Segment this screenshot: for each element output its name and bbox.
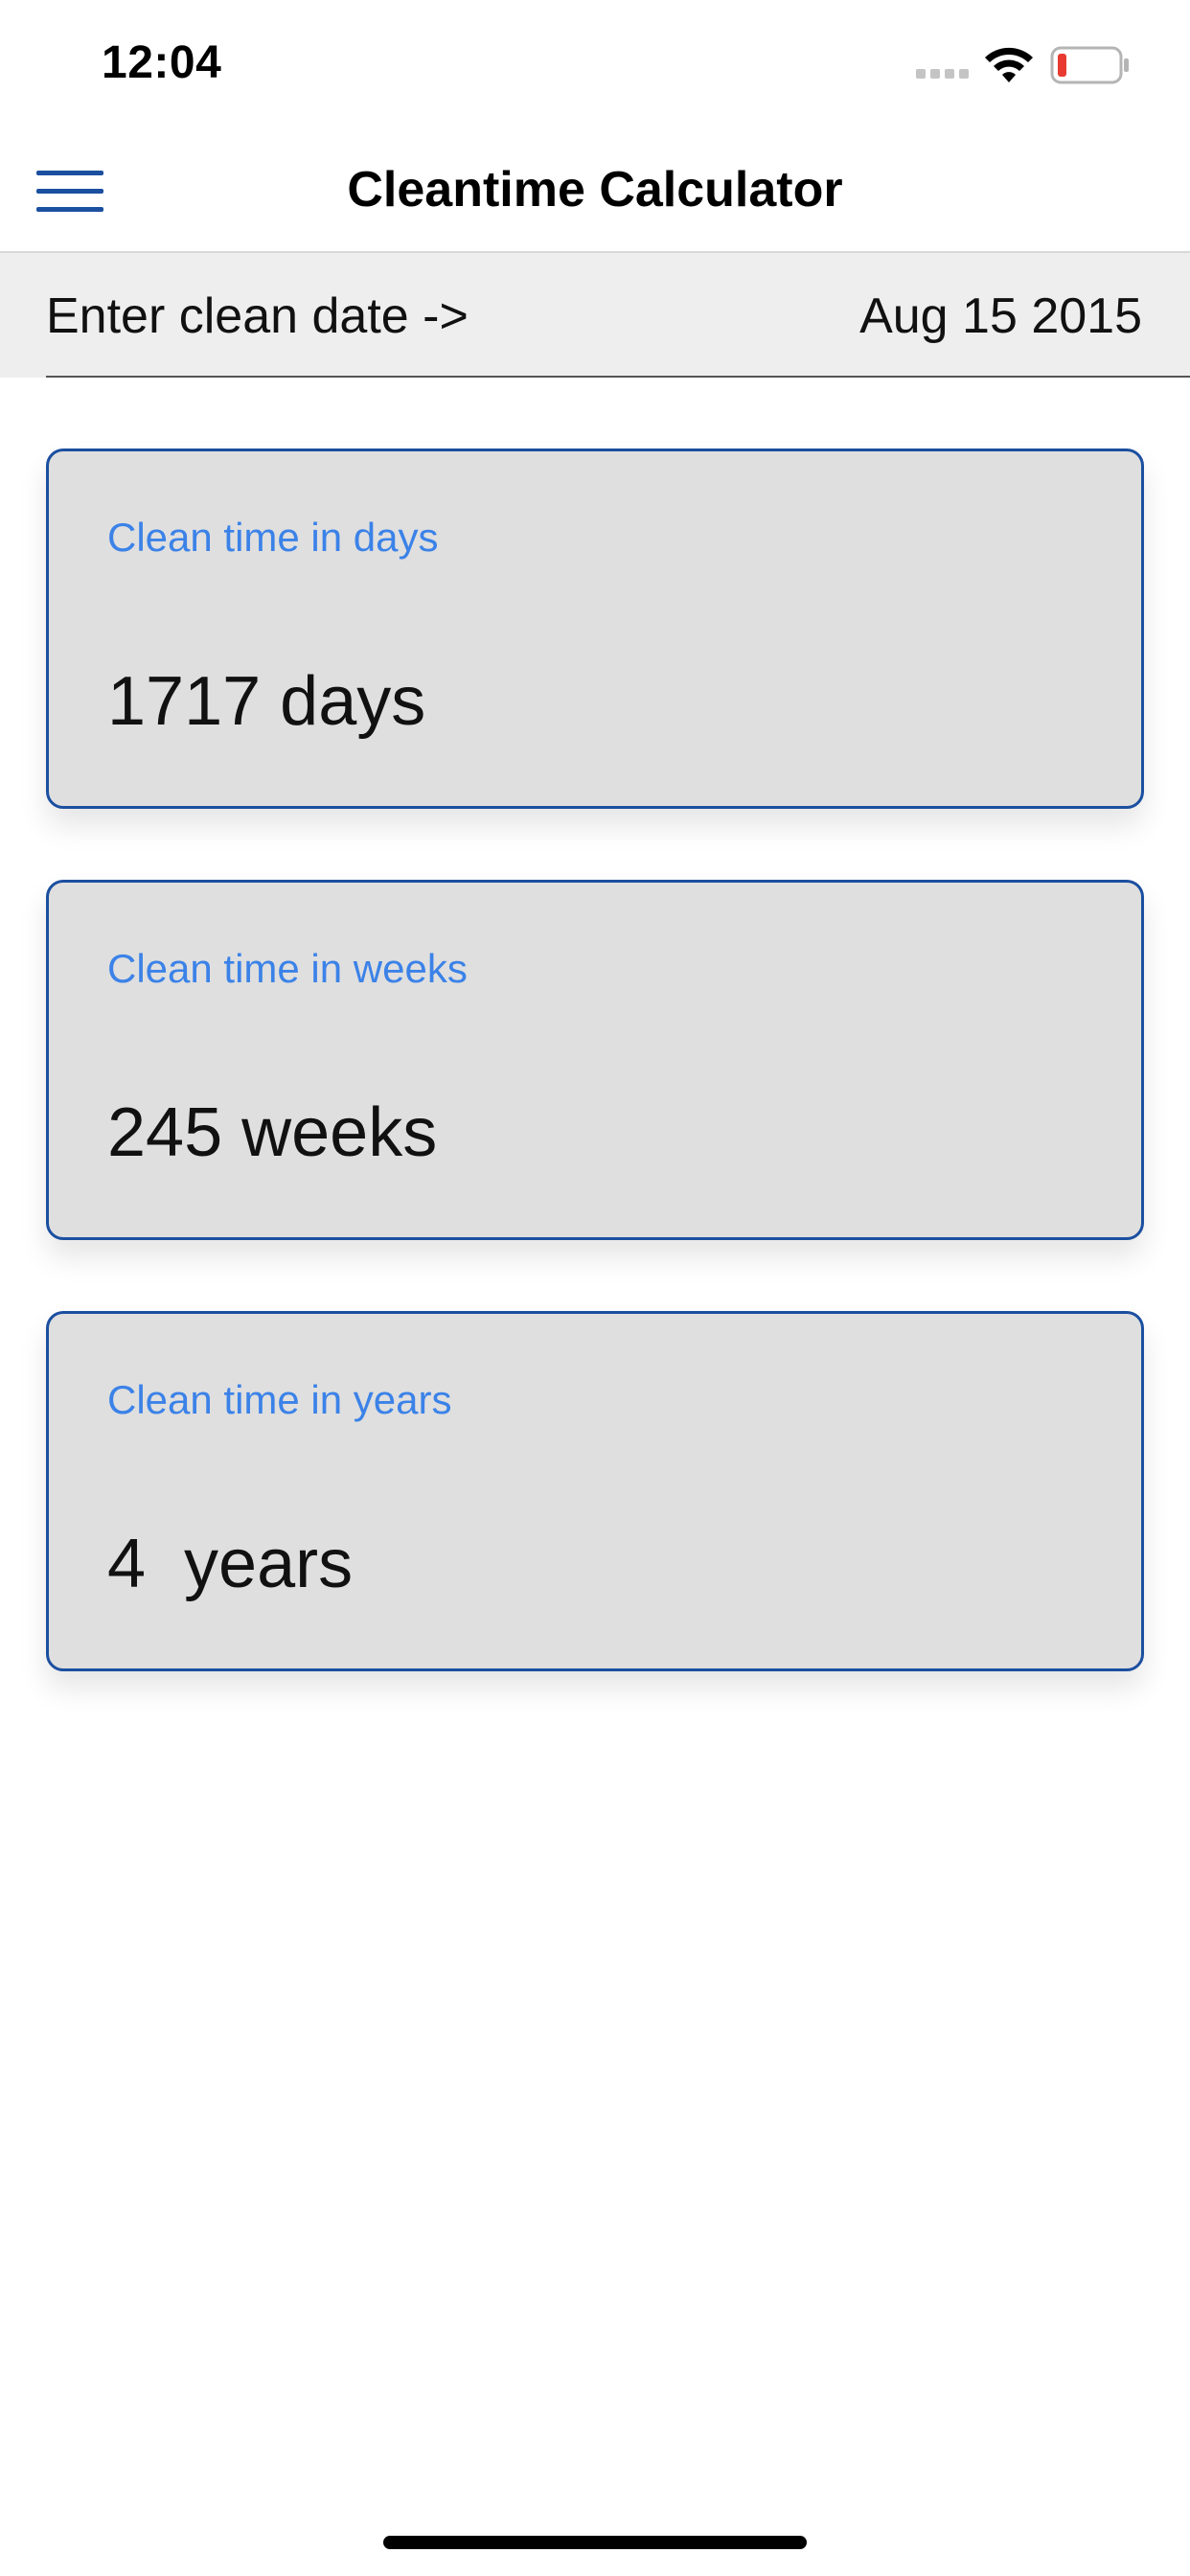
home-indicator[interactable]	[383, 2536, 807, 2549]
divider	[46, 376, 1190, 378]
clean-date-label: Enter clean date ->	[46, 288, 469, 344]
clean-date-value[interactable]: Aug 15 2015	[859, 288, 1142, 345]
battery-icon	[1050, 46, 1129, 84]
clean-time-days-value: 1717 days	[107, 663, 426, 740]
clean-date-picker-row[interactable]: Enter clean date -> Aug 15 2015	[0, 253, 1190, 378]
clean-time-years-label: Clean time in years	[107, 1377, 452, 1422]
navigation-bar: Cleantime Calculator	[0, 126, 1190, 253]
screen: 12:04 Cleantime Calculator Enter clean d…	[0, 0, 1190, 2576]
wifi-icon	[985, 47, 1033, 82]
clean-time-weeks-card: Clean time in weeks 245 weeks	[46, 880, 1144, 1240]
clean-time-weeks-value: 245 weeks	[107, 1094, 438, 1171]
clean-time-days-label: Clean time in days	[107, 515, 439, 560]
status-bar: 12:04	[0, 0, 1190, 126]
clean-time-days-card: Clean time in days 1717 days	[46, 448, 1144, 809]
clean-time-years-card: Clean time in years 4 years	[46, 1311, 1144, 1671]
clean-time-years-value: 4 years	[107, 1526, 354, 1602]
page-title: Cleantime Calculator	[347, 162, 843, 218]
signal-icon	[916, 69, 972, 80]
status-time: 12:04	[102, 37, 222, 88]
clean-time-weeks-label: Clean time in weeks	[107, 946, 468, 991]
hamburger-menu-icon[interactable]	[36, 171, 103, 213]
